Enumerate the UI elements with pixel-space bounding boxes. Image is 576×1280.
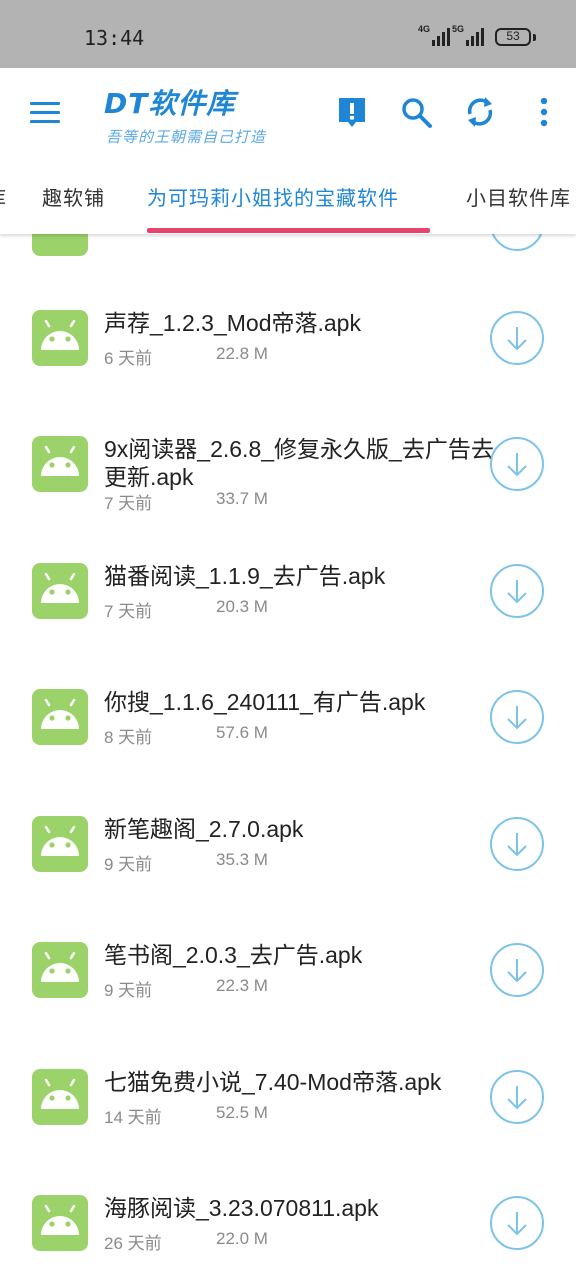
list-item[interactable]: 海豚阅读_3.23.070811.apk 26 天前 22.0 M — [0, 1119, 576, 1253]
file-date: 26 天前 — [104, 1234, 162, 1253]
download-icon[interactable] — [489, 1069, 545, 1125]
download-icon[interactable] — [489, 563, 545, 619]
tab-treasure-software[interactable]: 为可玛莉小姐找的宝藏软件 — [147, 182, 399, 211]
android-icon — [32, 563, 88, 619]
battery-level: 53 — [506, 29, 520, 43]
tab-xiao-mu-library[interactable]: 小目软件库 — [466, 182, 571, 211]
list-item[interactable]: 猫番阅读_1.1.9_去广告.apk 7 天前 20.3 M — [0, 487, 576, 621]
list-item[interactable]: 你搜_1.1.6_240111_有广告.apk 8 天前 57.6 M — [0, 613, 576, 747]
android-icon — [32, 1195, 88, 1251]
more-vert-icon[interactable] — [526, 94, 562, 130]
app-subtitle: 吾等的王朝需自己打造 — [106, 128, 267, 146]
download-icon[interactable] — [489, 436, 545, 492]
status-time: 13:44 — [84, 26, 145, 50]
file-name: 9x阅读器_2.6.8_修复永久版_去广告去更新.apk — [104, 436, 494, 490]
download-icon[interactable] — [489, 816, 545, 872]
download-icon[interactable] — [489, 942, 545, 998]
tab-indicator — [147, 228, 430, 233]
app-title: DT软件库 — [104, 87, 236, 120]
signal-4g-icon: 4G — [418, 24, 452, 48]
android-icon — [32, 436, 88, 492]
download-icon[interactable] — [489, 310, 545, 366]
android-icon — [32, 310, 88, 366]
file-name: 新笔趣阁_2.7.0.apk — [104, 816, 304, 842]
file-name: 声荐_1.2.3_Mod帝落.apk — [104, 310, 361, 336]
battery-tip — [533, 34, 536, 41]
list-item[interactable]: 声荐_1.2.3_Mod帝落.apk 6 天前 22.8 M — [0, 234, 576, 368]
download-icon[interactable] — [489, 689, 545, 745]
file-name: 你搜_1.1.6_240111_有广告.apk — [104, 689, 426, 715]
tab-partial-left[interactable]: 库 — [0, 182, 7, 211]
file-list: 声荐_1.2.3_Mod帝落.apk 6 天前 22.8 M 9x阅读器_2.6… — [0, 234, 576, 1280]
download-icon[interactable] — [489, 1195, 545, 1251]
list-item[interactable]: 9x阅读器_2.6.8_修复永久版_去广告去更新.apk 7 天前 33.7 M — [0, 360, 576, 513]
search-icon[interactable] — [398, 94, 434, 130]
refresh-icon[interactable] — [462, 94, 498, 130]
app-bar: DT软件库 吾等的王朝需自己打造 — [0, 68, 576, 166]
file-name: 猫番阅读_1.1.9_去广告.apk — [104, 563, 386, 589]
file-name: 七猫免费小说_7.40-Mod帝落.apk — [104, 1069, 442, 1095]
file-name: 笔书阁_2.0.3_去广告.apk — [104, 942, 363, 968]
file-size: 22.0 M — [216, 1229, 268, 1248]
file-name: 海豚阅读_3.23.070811.apk — [104, 1195, 379, 1221]
list-item[interactable]: 七猫免费小说_7.40-Mod帝落.apk 14 天前 52.5 M — [0, 993, 576, 1127]
status-bar: 13:44 4G 5G 53 — [0, 0, 576, 68]
signal-5g-icon: 5G — [452, 24, 490, 48]
battery-icon: 53 — [495, 28, 531, 46]
info-icon[interactable] — [334, 94, 370, 130]
tab-qu-ruan-pu[interactable]: 趣软铺 — [42, 182, 105, 211]
android-icon — [32, 1069, 88, 1125]
android-icon — [32, 689, 88, 745]
android-icon — [32, 942, 88, 998]
android-icon — [32, 816, 88, 872]
menu-icon[interactable] — [30, 102, 60, 124]
list-item[interactable]: 新笔趣阁_2.7.0.apk 9 天前 35.3 M — [0, 740, 576, 874]
list-item[interactable]: 笔书阁_2.0.3_去广告.apk 9 天前 22.3 M — [0, 866, 576, 1000]
tab-bar: 库 趣软铺 为可玛莉小姐找的宝藏软件 小目软件库 — [0, 166, 576, 234]
